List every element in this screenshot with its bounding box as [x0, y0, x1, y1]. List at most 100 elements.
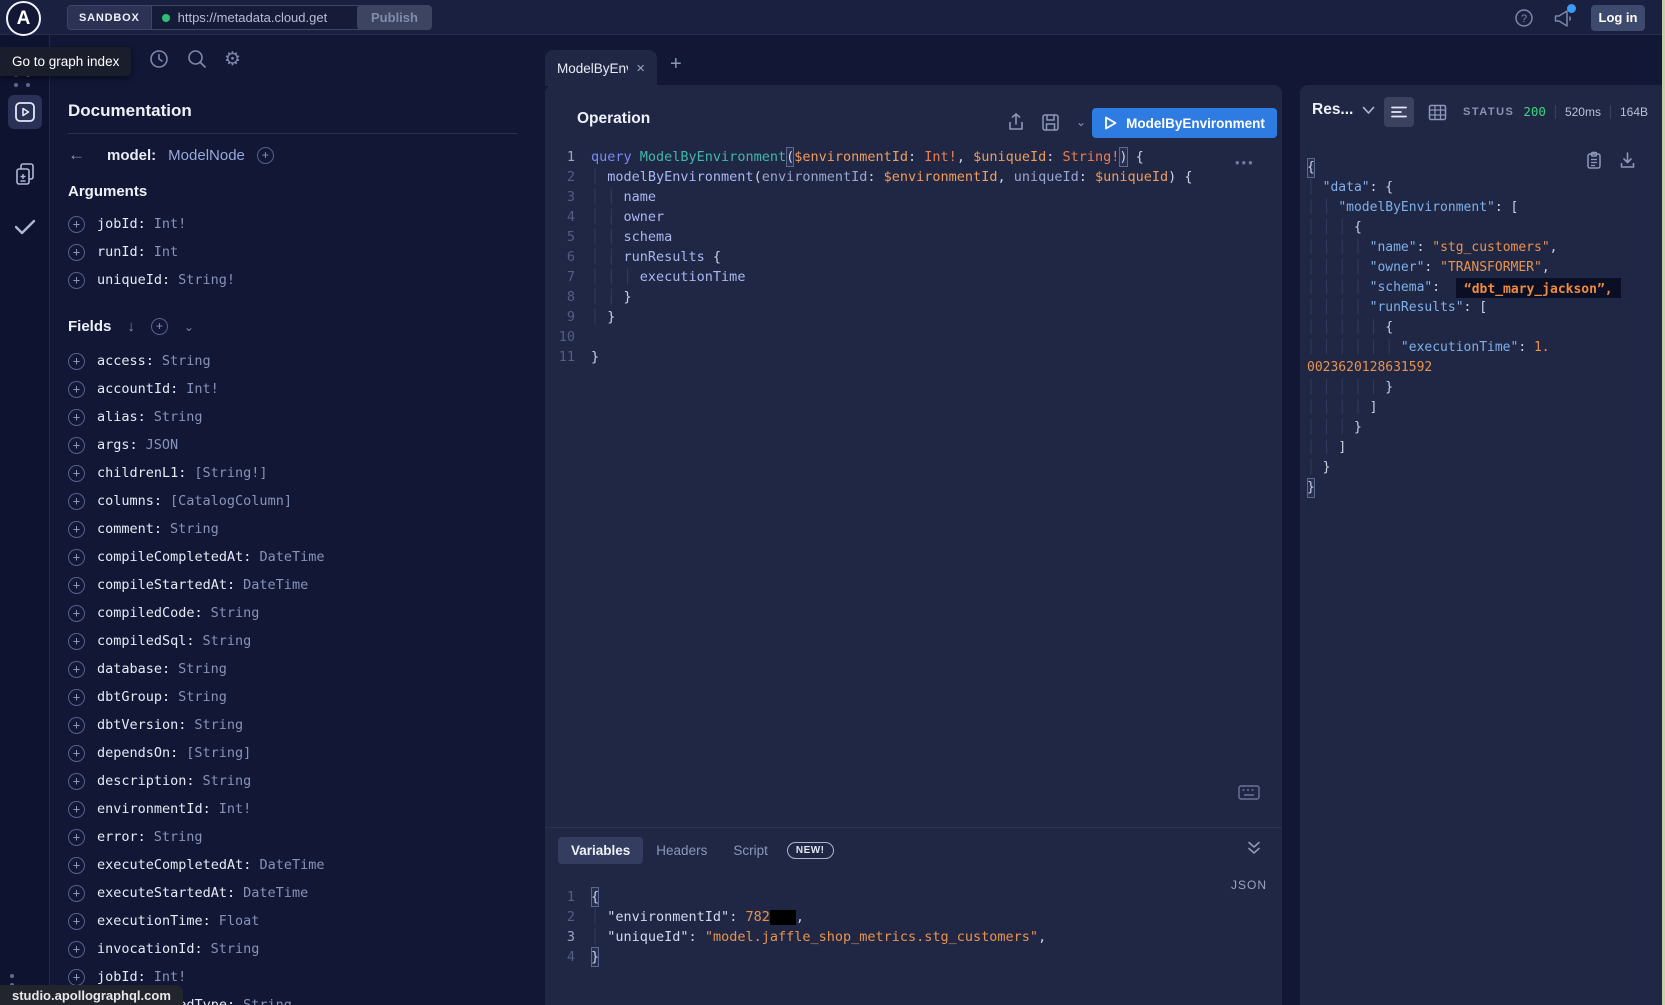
search-icon: [186, 48, 208, 70]
chevron-down-icon[interactable]: ⌄: [184, 320, 194, 334]
new-tab-button[interactable]: +: [670, 53, 682, 76]
add-field-button[interactable]: +: [68, 661, 85, 678]
add-all-fields-button[interactable]: +: [151, 318, 168, 335]
add-field-button[interactable]: +: [68, 857, 85, 874]
add-field-button[interactable]: +: [68, 941, 85, 958]
field-type[interactable]: [String]: [186, 745, 251, 761]
operation-editor[interactable]: 1query ModelByEnvironment($environmentId…: [545, 147, 1282, 367]
field-type[interactable]: Float: [219, 913, 260, 929]
field-type[interactable]: DateTime: [259, 549, 324, 565]
documentation-panel: Documentation ← model: ModelNode + Argum…: [50, 85, 545, 1005]
field-type[interactable]: [String!]: [194, 465, 267, 481]
keyboard-shortcuts-button[interactable]: [1238, 785, 1260, 800]
add-field-button[interactable]: +: [68, 605, 85, 622]
add-argument-button[interactable]: +: [68, 244, 85, 261]
sidebar-item-schema[interactable]: [8, 157, 42, 191]
search-button[interactable]: [186, 48, 208, 70]
run-operation-button[interactable]: ModelByEnvironment: [1092, 108, 1277, 138]
add-field-button[interactable]: +: [68, 689, 85, 706]
add-field-button[interactable]: +: [68, 465, 85, 482]
sort-fields-icon[interactable]: ↓: [127, 318, 135, 335]
field-type[interactable]: String: [170, 521, 219, 537]
field-type[interactable]: DateTime: [243, 577, 308, 593]
history-button[interactable]: [148, 48, 170, 70]
add-argument-button[interactable]: +: [68, 216, 85, 233]
add-field-button[interactable]: +: [68, 353, 85, 370]
add-field-button[interactable]: +: [68, 437, 85, 454]
endpoint-url-input[interactable]: https://metadata.cloud.get: [152, 6, 364, 29]
add-field-button[interactable]: +: [68, 801, 85, 818]
collapse-variables-button[interactable]: [1245, 840, 1263, 856]
add-field-button[interactable]: +: [68, 829, 85, 846]
sidebar-item-checklist[interactable]: [8, 210, 42, 244]
field-type[interactable]: String: [203, 633, 252, 649]
add-field-button[interactable]: +: [68, 493, 85, 510]
divider: [545, 827, 1282, 828]
field-type[interactable]: JSON: [146, 437, 179, 453]
field-name: compileCompletedAt:: [97, 549, 251, 565]
field-type[interactable]: String: [178, 661, 227, 677]
response-body[interactable]: {│ "data": {│ │ "modelByEnvironment": [│…: [1307, 158, 1662, 498]
field-type[interactable]: String: [154, 409, 203, 425]
field-type[interactable]: [CatalogColumn]: [170, 493, 292, 509]
argument-type[interactable]: Int: [154, 244, 178, 260]
argument-type[interactable]: String!: [178, 272, 235, 288]
field-type[interactable]: String: [194, 717, 243, 733]
field-type[interactable]: String: [154, 829, 203, 845]
save-button[interactable]: [1041, 113, 1060, 132]
share-button[interactable]: [1007, 112, 1025, 132]
add-field-button[interactable]: +: [68, 717, 85, 734]
login-button[interactable]: Log in: [1591, 5, 1645, 31]
more-options-button[interactable]: •••: [1235, 155, 1255, 170]
field-type[interactable]: DateTime: [259, 857, 324, 873]
view-json-button[interactable]: [1384, 97, 1414, 127]
add-field-button[interactable]: +: [68, 381, 85, 398]
field-type[interactable]: String: [203, 773, 252, 789]
add-field-button[interactable]: +: [68, 773, 85, 790]
left-sidebar: [0, 35, 50, 1005]
add-field-button[interactable]: +: [68, 577, 85, 594]
tab-variables[interactable]: Variables: [558, 837, 643, 864]
field-type[interactable]: String: [162, 353, 211, 369]
field-type[interactable]: String: [243, 997, 292, 1005]
field-type[interactable]: Int!: [154, 969, 187, 985]
view-table-button[interactable]: [1422, 97, 1452, 127]
checkmark-icon: [12, 217, 38, 237]
breadcrumb-type-link[interactable]: ModelNode: [168, 147, 245, 164]
response-dropdown-button[interactable]: [1362, 106, 1375, 115]
table-view-icon: [1428, 104, 1447, 121]
argument-type[interactable]: Int!: [154, 216, 187, 232]
field-type[interactable]: String: [211, 941, 260, 957]
add-field-button[interactable]: +: [68, 745, 85, 762]
field-type[interactable]: String: [211, 605, 260, 621]
announcements-button[interactable]: [1552, 8, 1573, 28]
close-tab-icon[interactable]: ×: [636, 60, 645, 77]
field-type[interactable]: DateTime: [243, 885, 308, 901]
tab-headers[interactable]: Headers: [643, 837, 720, 864]
connection-status-dot: [162, 14, 170, 22]
field-type[interactable]: Int!: [219, 801, 252, 817]
back-button[interactable]: ←: [68, 145, 85, 165]
variables-editor[interactable]: 1{2│ "environmentId": 782,3│ "uniqueId":…: [545, 887, 1282, 967]
add-field-button[interactable]: +: [68, 521, 85, 538]
operation-tab[interactable]: ModelByEnvi... ×: [545, 50, 657, 86]
save-menu-chevron[interactable]: ⌄: [1076, 115, 1086, 129]
sidebar-item-explorer[interactable]: [8, 95, 42, 129]
help-button[interactable]: ?: [1514, 8, 1534, 28]
apollo-logo[interactable]: A: [6, 1, 41, 36]
add-field-button[interactable]: +: [68, 913, 85, 930]
tab-script[interactable]: Script: [720, 837, 781, 864]
add-field-button[interactable]: +: [68, 969, 85, 986]
add-field-button[interactable]: +: [68, 885, 85, 902]
field-type[interactable]: String: [178, 689, 227, 705]
divider: [68, 133, 517, 134]
field-type[interactable]: Int!: [186, 381, 219, 397]
add-field-button[interactable]: +: [68, 549, 85, 566]
field-name: database:: [97, 661, 170, 677]
add-field-button[interactable]: +: [68, 409, 85, 426]
add-argument-button[interactable]: +: [68, 272, 85, 289]
explorer-settings-button[interactable]: ⚙: [224, 48, 241, 71]
add-field-button[interactable]: +: [257, 147, 274, 164]
add-field-button[interactable]: +: [68, 633, 85, 650]
publish-button[interactable]: Publish: [357, 5, 432, 30]
